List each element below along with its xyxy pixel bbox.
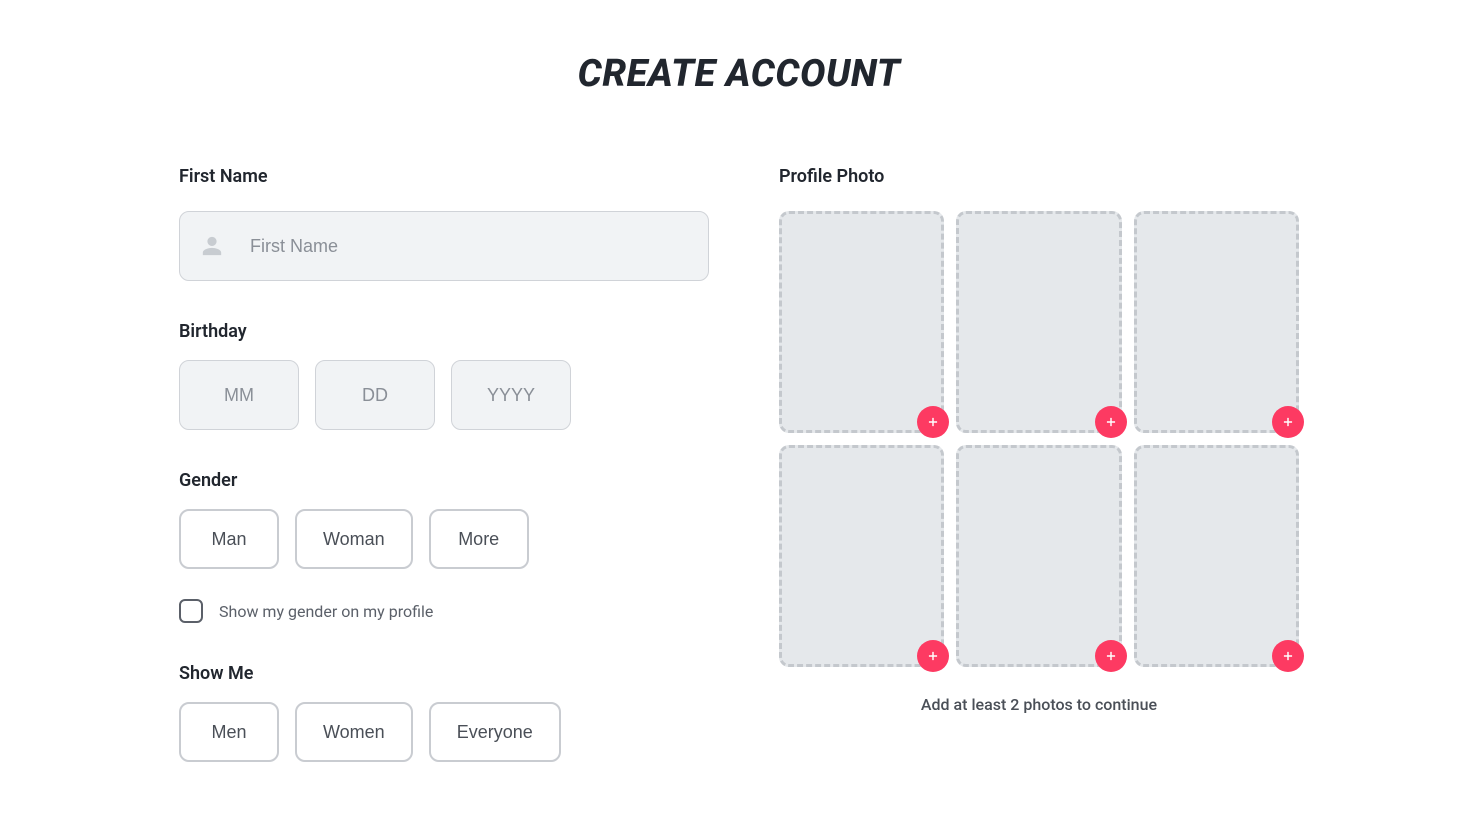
- add-photo-button-6[interactable]: [1272, 640, 1304, 672]
- show-me-option-men[interactable]: Men: [179, 702, 279, 762]
- plus-icon: [1104, 649, 1118, 663]
- gender-option-man[interactable]: Man: [179, 509, 279, 569]
- add-photo-button-1[interactable]: [917, 406, 949, 438]
- gender-option-woman[interactable]: Woman: [295, 509, 413, 569]
- show-me-options: Men Women Everyone: [179, 702, 709, 762]
- photo-hint: Add at least 2 photos to continue: [779, 695, 1299, 714]
- show-me-label: Show Me: [179, 663, 709, 684]
- plus-icon: [926, 415, 940, 429]
- photo-slot-6[interactable]: [1134, 445, 1299, 667]
- gender-option-more[interactable]: More: [429, 509, 529, 569]
- gender-options: Man Woman More: [179, 509, 709, 569]
- photo-slot-3[interactable]: [1134, 211, 1299, 433]
- add-photo-button-5[interactable]: [1095, 640, 1127, 672]
- photo-slot-5[interactable]: [956, 445, 1121, 667]
- birthday-label: Birthday: [179, 321, 709, 342]
- photo-slot-4[interactable]: [779, 445, 944, 667]
- show-gender-row: Show my gender on my profile: [179, 599, 709, 623]
- add-photo-button-2[interactable]: [1095, 406, 1127, 438]
- first-name-field-wrap: [179, 211, 709, 281]
- add-photo-button-3[interactable]: [1272, 406, 1304, 438]
- right-column: Profile Photo: [779, 166, 1299, 762]
- left-column: First Name Birthday Gender Man Woman Mor…: [179, 166, 709, 762]
- plus-icon: [926, 649, 940, 663]
- show-gender-label: Show my gender on my profile: [219, 602, 433, 621]
- gender-label: Gender: [179, 470, 709, 491]
- first-name-input[interactable]: [179, 211, 709, 281]
- plus-icon: [1104, 415, 1118, 429]
- page-title: CREATE ACCOUNT: [0, 52, 1478, 96]
- first-name-label: First Name: [179, 166, 709, 187]
- photo-slot-2[interactable]: [956, 211, 1121, 433]
- show-gender-checkbox[interactable]: [179, 599, 203, 623]
- person-icon: [201, 235, 223, 257]
- show-me-option-everyone[interactable]: Everyone: [429, 702, 561, 762]
- plus-icon: [1281, 415, 1295, 429]
- photo-slot-1[interactable]: [779, 211, 944, 433]
- profile-photo-label: Profile Photo: [779, 166, 1299, 187]
- birthday-year-input[interactable]: [451, 360, 571, 430]
- birthday-month-input[interactable]: [179, 360, 299, 430]
- plus-icon: [1281, 649, 1295, 663]
- birthday-row: [179, 360, 709, 430]
- photo-grid: [779, 211, 1299, 667]
- birthday-day-input[interactable]: [315, 360, 435, 430]
- add-photo-button-4[interactable]: [917, 640, 949, 672]
- show-me-option-women[interactable]: Women: [295, 702, 413, 762]
- form-content: First Name Birthday Gender Man Woman Mor…: [0, 166, 1478, 762]
